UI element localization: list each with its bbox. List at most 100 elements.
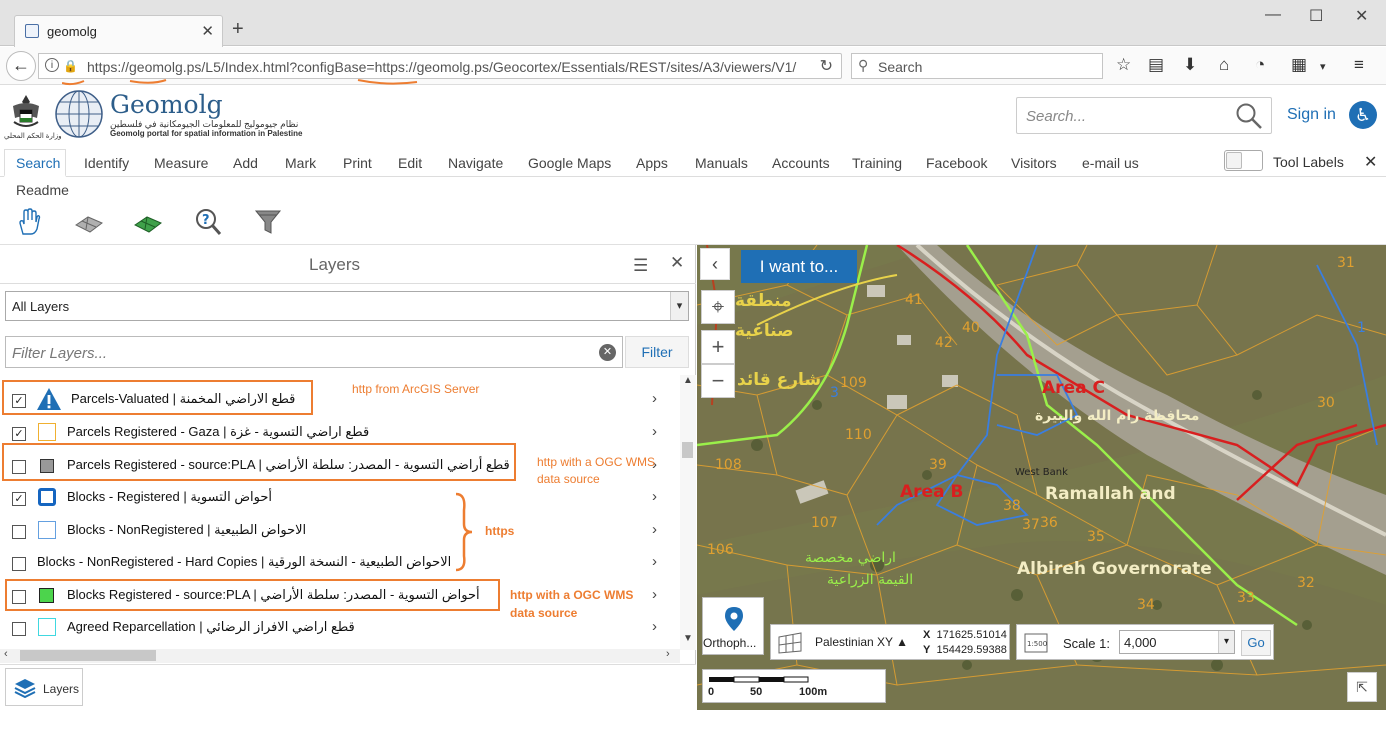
menu-edit[interactable]: Edit bbox=[398, 155, 422, 171]
block-icon[interactable] bbox=[133, 207, 163, 237]
collapse-panel-button[interactable]: ‹ bbox=[700, 248, 730, 280]
locate-icon[interactable]: ⌖ bbox=[701, 290, 735, 324]
vertical-scroll-thumb[interactable] bbox=[682, 442, 693, 458]
menu-navigate[interactable]: Navigate bbox=[448, 155, 503, 171]
parcel-icon[interactable] bbox=[74, 207, 104, 237]
chevron-right-icon[interactable]: › bbox=[652, 488, 657, 505]
basemap-switcher[interactable]: Orthoph... bbox=[702, 597, 764, 655]
filter-button[interactable]: Filter bbox=[625, 336, 689, 368]
new-tab-icon[interactable]: + bbox=[232, 19, 244, 39]
annotation-box-ogc-parcels bbox=[2, 443, 516, 481]
menu-identify[interactable]: Identify bbox=[84, 155, 129, 171]
chevron-down-icon[interactable]: ▾ bbox=[1218, 631, 1234, 653]
panel-title: Layers bbox=[309, 255, 361, 274]
i-want-to-button[interactable]: I want to... bbox=[741, 250, 857, 283]
parcel-number: 30 bbox=[1317, 395, 1335, 411]
maximize-icon[interactable]: ☐ bbox=[1309, 6, 1323, 26]
chevron-right-icon[interactable]: › bbox=[652, 553, 657, 570]
layer-row[interactable]: Blocks - NonRegistered | الاحواض الطبيعي… bbox=[0, 515, 678, 547]
app-search-input[interactable]: Search... bbox=[1016, 97, 1272, 134]
menu-search[interactable]: Search bbox=[16, 155, 60, 171]
tool-labels-toggle[interactable] bbox=[1224, 150, 1263, 171]
layers-footer-tab[interactable]: Layers bbox=[5, 668, 83, 706]
scale-label: Scale 1: bbox=[1063, 636, 1110, 651]
menu-facebook[interactable]: Facebook bbox=[926, 155, 987, 171]
scale-select[interactable]: 4,000 ▾ bbox=[1119, 630, 1235, 654]
close-tab-icon[interactable]: ✕ bbox=[201, 22, 214, 40]
clear-filter-icon[interactable]: ✕ bbox=[599, 344, 616, 361]
menu-add[interactable]: Add bbox=[233, 155, 258, 171]
hamburger-menu-icon[interactable]: ≡ bbox=[1354, 55, 1364, 75]
chevron-right-icon[interactable]: › bbox=[652, 618, 657, 635]
emblem-caption: وزارة الحكم المحلي bbox=[4, 133, 62, 140]
annotation-ogc-blocks-line2: data source bbox=[510, 606, 578, 620]
menu-readme[interactable]: Readme bbox=[16, 182, 69, 198]
layer-checkbox[interactable] bbox=[12, 525, 26, 539]
close-icon[interactable]: ✕ bbox=[1364, 152, 1377, 172]
horizontal-scroll-thumb[interactable] bbox=[20, 650, 156, 661]
grid-projection-icon[interactable] bbox=[777, 631, 803, 655]
browser-search-input[interactable]: ⚲ Search bbox=[851, 53, 1103, 79]
vertical-scrollbar[interactable]: ▲ ▼ bbox=[680, 375, 696, 650]
scroll-right-icon[interactable]: › bbox=[666, 648, 670, 660]
layer-row[interactable]: Blocks - NonRegistered - Hard Copies | ا… bbox=[0, 547, 678, 579]
reading-list-icon[interactable]: ▤ bbox=[1148, 55, 1164, 75]
map-scale-bar: 0 50 100m bbox=[702, 669, 886, 703]
toggle-knob bbox=[1226, 152, 1242, 169]
close-window-icon[interactable]: ✕ bbox=[1355, 6, 1368, 26]
minimize-icon[interactable]: — bbox=[1265, 6, 1281, 24]
layer-checkbox[interactable]: ✓ bbox=[12, 492, 26, 506]
zoom-in-button[interactable]: + bbox=[701, 330, 735, 364]
pocket-icon[interactable]: ◔ bbox=[1255, 55, 1265, 75]
filter-icon[interactable] bbox=[253, 207, 283, 237]
reload-icon[interactable]: ↻ bbox=[820, 56, 833, 76]
chevron-right-icon[interactable]: › bbox=[652, 521, 657, 538]
menu-visitors[interactable]: Visitors bbox=[1011, 155, 1057, 171]
layer-checkbox[interactable] bbox=[12, 622, 26, 636]
chevron-right-icon[interactable]: › bbox=[652, 390, 657, 407]
zoom-out-button[interactable]: − bbox=[701, 364, 735, 398]
sign-in-link[interactable]: Sign in bbox=[1287, 106, 1336, 124]
menu-google-maps[interactable]: Google Maps bbox=[528, 155, 611, 171]
identify-question-icon[interactable]: ? bbox=[193, 207, 223, 237]
go-button[interactable]: Go bbox=[1241, 630, 1271, 656]
scroll-down-icon[interactable]: ▼ bbox=[683, 633, 693, 644]
home-icon[interactable]: ⌂ bbox=[1219, 55, 1229, 75]
menu-manuals[interactable]: Manuals bbox=[695, 155, 748, 171]
filter-layers-input[interactable]: Filter Layers... ✕ bbox=[5, 336, 623, 368]
menu-print[interactable]: Print bbox=[343, 155, 372, 171]
accessibility-icon[interactable]: ♿ bbox=[1349, 101, 1377, 129]
menu-accounts[interactable]: Accounts bbox=[772, 155, 830, 171]
chevron-right-icon[interactable]: › bbox=[652, 423, 657, 440]
layer-checkbox[interactable]: ✓ bbox=[12, 427, 26, 441]
chevron-down-icon[interactable]: ▾ bbox=[1320, 60, 1326, 73]
panel-close-icon[interactable]: ✕ bbox=[670, 253, 684, 273]
menu-mark[interactable]: Mark bbox=[285, 155, 316, 171]
chevron-down-icon[interactable]: ▾ bbox=[670, 292, 688, 320]
menu-divider bbox=[0, 176, 1386, 177]
menu-apps[interactable]: Apps bbox=[636, 155, 668, 171]
hand-pan-icon[interactable] bbox=[14, 207, 44, 237]
x-coordinate: X 171625.51014 bbox=[923, 629, 1007, 641]
menu-training[interactable]: Training bbox=[852, 155, 902, 171]
layers-dropdown[interactable]: All Layers ▾ bbox=[5, 291, 689, 321]
download-icon[interactable]: ⬇ bbox=[1183, 55, 1197, 75]
layer-label: Blocks - Registered | أحواض التسوية bbox=[67, 489, 273, 504]
bookmark-star-icon[interactable]: ☆ bbox=[1116, 55, 1131, 75]
info-icon[interactable]: i bbox=[45, 58, 59, 72]
back-arrow-icon[interactable]: ← bbox=[6, 51, 36, 81]
browser-tab[interactable]: geomolg ✕ bbox=[14, 15, 223, 47]
layer-checkbox[interactable] bbox=[12, 557, 26, 571]
menu-measure[interactable]: Measure bbox=[154, 155, 208, 171]
expand-map-icon[interactable]: ⇱ bbox=[1347, 672, 1377, 702]
menu-email-us[interactable]: e-mail us bbox=[1082, 155, 1139, 171]
scroll-up-icon[interactable]: ▲ bbox=[683, 375, 693, 386]
projection-selector[interactable]: Palestinian XY ▲ bbox=[815, 635, 908, 649]
search-icon[interactable] bbox=[1235, 102, 1263, 130]
panel-menu-icon[interactable]: ☰ bbox=[633, 256, 648, 276]
layer-row[interactable]: ✓ Blocks - Registered | أحواض التسوية › bbox=[0, 482, 678, 514]
scroll-left-icon[interactable]: ‹ bbox=[4, 648, 8, 660]
chevron-right-icon[interactable]: › bbox=[652, 586, 657, 603]
container-icon[interactable]: ▦ bbox=[1291, 55, 1307, 75]
y-label: Y bbox=[923, 644, 931, 656]
